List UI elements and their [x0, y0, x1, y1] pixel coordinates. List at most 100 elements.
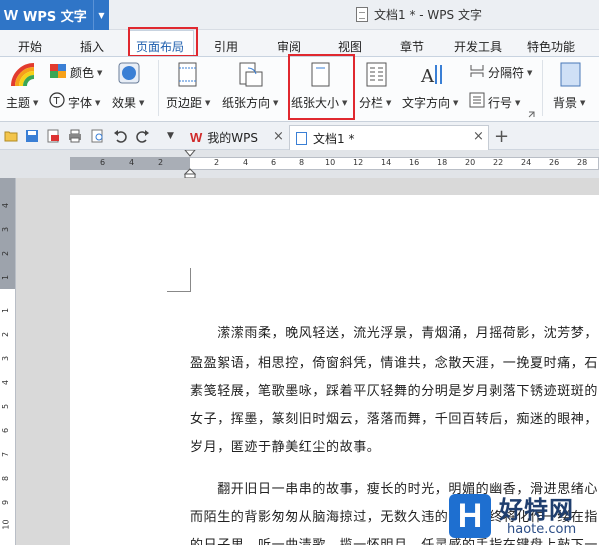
theme-button[interactable]: 主题 ▼	[6, 94, 38, 111]
paragraph-line: 潆潆雨柔，晚风轻送，流光浮景，青烟涌，月摇荷影，沈芳梦，	[190, 326, 599, 341]
ruler-label: 28	[577, 158, 588, 167]
ruler-label: 7	[1, 451, 11, 458]
doc-tab-label: 我的WPS	[207, 131, 259, 145]
ruler-label: 8	[1, 475, 11, 482]
ruler-label: 20	[465, 158, 476, 167]
horizontal-ruler[interactable]: 6 4 2 2 4 6 8 10 12 14 16 18 20 22 24 26…	[0, 150, 599, 178]
paragraph-line: 素笺轻展，笔歌墨咏，踩着平仄轻舞的分明是岁月剥落下锈迹斑斑的	[190, 384, 599, 399]
tab-chapter[interactable]: 章节	[400, 38, 424, 55]
theme-icon[interactable]	[10, 62, 36, 88]
chevron-down-icon: ▼	[139, 98, 145, 107]
ruler-label: 24	[521, 158, 532, 167]
chevron-down-icon: ▼	[97, 68, 103, 77]
paragraph-line: 盈盈絮语，相思控，倚窗斜凭，情谁共，念散天涯，一挽夏时痛，石	[190, 356, 599, 371]
tab-view[interactable]: 视图	[338, 38, 362, 55]
tab-references[interactable]: 引用	[214, 38, 238, 55]
separator-label: 分隔符	[488, 66, 525, 80]
separator-icon	[470, 65, 484, 77]
app-menu-button[interactable]: W WPS 文字 ▼	[0, 0, 109, 30]
ruler-label: 2	[1, 331, 11, 338]
tab-insert[interactable]: 插入	[80, 38, 104, 55]
page-orientation-icon[interactable]	[238, 62, 264, 88]
print-preview-icon[interactable]	[91, 129, 105, 143]
page-margin-button[interactable]: 页边距 ▼	[166, 94, 210, 111]
ruler-label: 22	[493, 158, 504, 167]
ruler-label: 2	[1, 250, 11, 257]
highlight-page-layout-tab	[128, 27, 198, 57]
ruler-label: 16	[409, 158, 420, 167]
open-folder-icon[interactable]	[4, 129, 18, 143]
doc-tab-document1[interactable]: 文档1 *	[289, 125, 489, 150]
chevron-down-icon[interactable]: ▼	[93, 0, 109, 30]
line-number-button[interactable]: 行号 ▼	[488, 94, 520, 111]
svg-text:T: T	[53, 96, 61, 107]
font-button[interactable]: 字体 ▼	[68, 94, 100, 111]
chevron-down-icon: ▼	[515, 98, 521, 107]
ruler-label: 2	[158, 158, 164, 167]
ruler-label: 6	[100, 158, 106, 167]
wps-writer-window: W WPS 文字 ▼ 文档1 * - WPS 文字 开始 插入 页面布局 引用 …	[0, 0, 599, 545]
redo-icon[interactable]	[136, 129, 150, 143]
indent-marker-icon[interactable]	[184, 150, 196, 178]
text-direction-button[interactable]: 文字方向 ▼	[402, 94, 458, 111]
save-icon[interactable]	[25, 129, 39, 143]
color-button[interactable]: 颜色 ▼	[70, 64, 102, 81]
separator-button[interactable]: 分隔符 ▼	[488, 64, 532, 81]
font-label: 字体	[68, 96, 93, 110]
effect-icon[interactable]	[118, 62, 140, 84]
chevron-down-icon: ▼	[33, 98, 39, 107]
columns-button[interactable]: 分栏 ▼	[359, 94, 391, 111]
ruler-label: 4	[243, 158, 249, 167]
font-icon: T	[49, 92, 65, 108]
effect-label: 效果	[112, 96, 137, 110]
page-background-button[interactable]: 背景 ▼	[553, 94, 585, 111]
ruler-label: 5	[1, 403, 11, 410]
page-orientation-button[interactable]: 纸张方向 ▼	[222, 94, 278, 111]
ribbon-separator	[542, 60, 543, 116]
ruler-label: 3	[1, 355, 11, 362]
ruler-label: 4	[1, 202, 11, 209]
ruler-label: 9	[1, 499, 11, 506]
tab-review[interactable]: 审阅	[277, 38, 301, 55]
text-direction-label: 文字方向	[402, 96, 451, 110]
columns-icon[interactable]	[366, 62, 388, 88]
new-tab-button[interactable]: +	[494, 126, 509, 147]
close-icon[interactable]: ×	[273, 129, 284, 144]
vertical-ruler[interactable]: 4 3 2 1 1 2 3 4 5 6 7 8 9 10	[0, 178, 16, 545]
theme-label: 主题	[6, 96, 31, 110]
text-direction-icon[interactable]: A	[420, 62, 446, 88]
doc-tab-my-wps[interactable]: W 我的WPS	[186, 125, 286, 150]
paragraph-line: 岁月，匿迹于静美红尘的故事。	[190, 440, 381, 455]
ruler-label: 10	[325, 158, 336, 167]
site-watermark: H 好特网 haote.com	[449, 488, 599, 545]
chevron-down-icon: ▼	[273, 98, 279, 107]
effect-button[interactable]: 效果 ▼	[112, 94, 144, 111]
page-margin-icon[interactable]	[177, 62, 199, 88]
window-title-text: 文档1 * - WPS 文字	[374, 8, 482, 22]
window-title: 文档1 * - WPS 文字	[356, 6, 482, 23]
chevron-down-icon: ▼	[95, 98, 101, 107]
highlight-page-size	[288, 54, 355, 120]
page-margin-corner-mark	[167, 268, 191, 292]
ruler-label: 14	[381, 158, 392, 167]
export-pdf-icon[interactable]	[46, 129, 60, 143]
page-background-icon[interactable]	[560, 62, 582, 88]
ruler-label: 26	[549, 158, 560, 167]
app-name: WPS 文字	[23, 9, 87, 25]
chevron-down-icon: ▼	[527, 68, 533, 77]
line-number-icon	[469, 92, 485, 108]
tab-special-features[interactable]: 特色功能	[527, 38, 575, 55]
undo-icon[interactable]	[113, 129, 127, 143]
tab-start[interactable]: 开始	[18, 38, 42, 55]
tab-developer-tools[interactable]: 开发工具	[454, 38, 502, 55]
ruler-label: 3	[1, 226, 11, 233]
color-label: 颜色	[70, 66, 95, 80]
customize-toolbar-icon[interactable]: ▼	[167, 131, 174, 141]
watermark-url: haote.com	[507, 522, 577, 537]
ruler-label: 6	[271, 158, 277, 167]
document-icon	[356, 7, 368, 22]
page-margin-label: 页边距	[166, 96, 203, 110]
close-icon[interactable]: ×	[473, 129, 484, 144]
print-icon[interactable]	[68, 129, 82, 143]
dialog-launcher-icon[interactable]	[528, 111, 535, 118]
